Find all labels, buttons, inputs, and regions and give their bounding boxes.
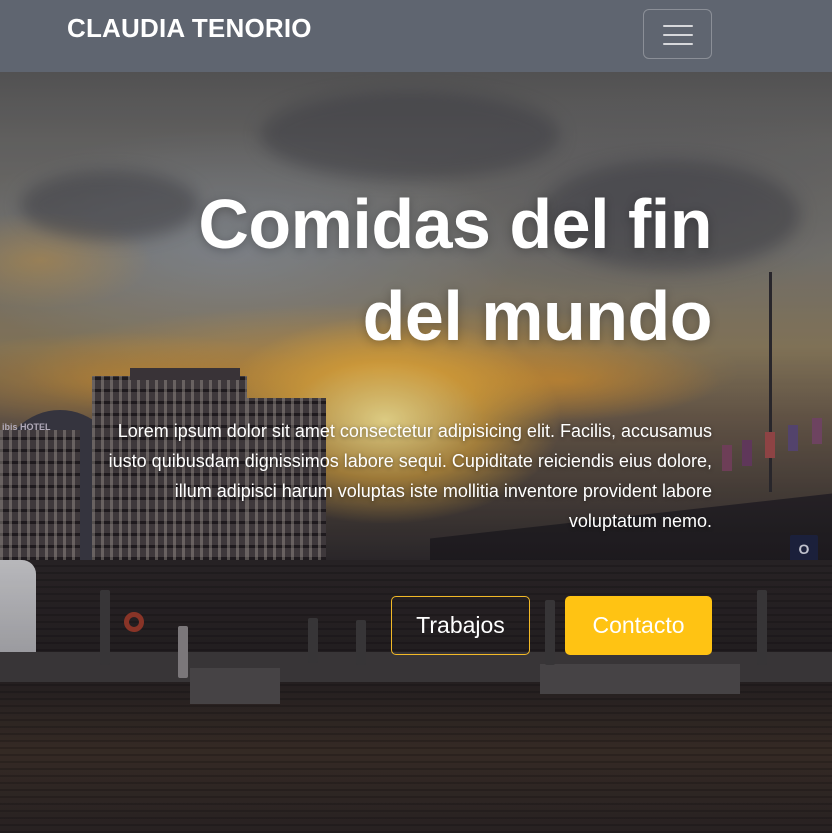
navbar: CLAUDIA TENORIO <box>0 0 832 72</box>
contacto-button[interactable]: Contacto <box>565 596 712 655</box>
hero-title-line-1: Comidas del fin <box>198 185 712 263</box>
landing-page: ibis HOTEL O P E N <box>0 0 832 833</box>
hero-title: Comidas del fin del mundo <box>120 178 712 362</box>
brand-link[interactable]: CLAUDIA TENORIO <box>67 11 312 45</box>
hero-description: Lorem ipsum dolor sit amet consectetur a… <box>108 421 712 531</box>
trabajos-button[interactable]: Trabajos <box>391 596 530 655</box>
navbar-toggler-button[interactable] <box>643 9 712 59</box>
hero-title-line-2: del mundo <box>362 277 713 355</box>
